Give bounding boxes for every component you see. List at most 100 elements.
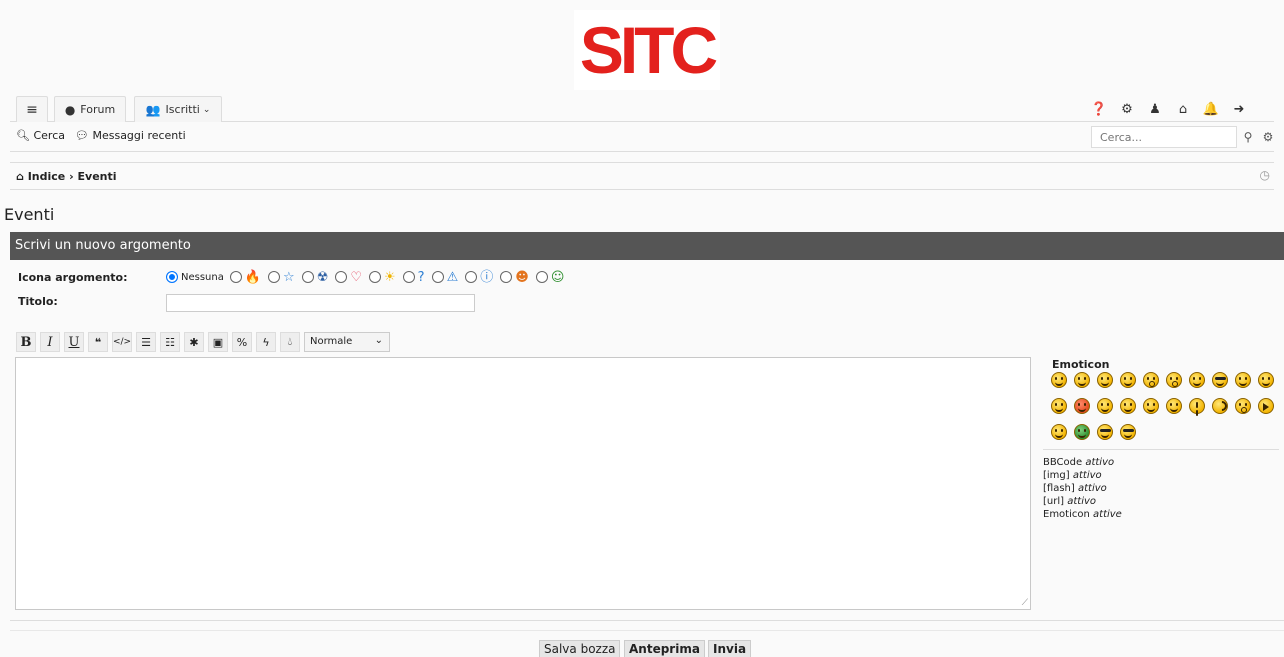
search-input[interactable] — [1091, 126, 1237, 148]
italic-button[interactable]: I — [40, 332, 60, 352]
emoticon-neutral-icon[interactable] — [1051, 424, 1067, 440]
url-state: attivo — [1067, 496, 1097, 507]
emoticon-wink-icon[interactable] — [1097, 372, 1113, 388]
emoticon-smile-icon[interactable] — [1074, 372, 1090, 388]
resize-grip-icon[interactable]: ⟋ — [1022, 598, 1028, 608]
no-icon-label: Nessuna — [181, 271, 224, 283]
emoticon-cool-icon[interactable] — [1212, 372, 1228, 388]
bold-button[interactable]: B — [16, 332, 36, 352]
logout-button[interactable]: ➜ — [1226, 96, 1252, 122]
svg-text:SITC: SITC — [580, 17, 717, 83]
emoticon-exclaim-icon[interactable] — [1189, 398, 1205, 414]
breadcrumb-home[interactable]: Indice — [28, 170, 66, 183]
font-size-select[interactable]: Normale ⌄ — [304, 332, 390, 352]
heart-icon: ♡ — [350, 269, 363, 285]
emoticon-sad-icon[interactable] — [1120, 372, 1136, 388]
radioactive-icon: ☢ — [316, 269, 329, 285]
topic-icon-radio-smile[interactable] — [500, 271, 513, 283]
emoticon-state: attive — [1093, 509, 1122, 520]
emoticon-question-icon[interactable] — [1212, 398, 1228, 414]
topic-icon-radio-sun[interactable] — [369, 271, 382, 283]
notifications-button[interactable]: 🔔 — [1198, 96, 1224, 122]
emoticon-confused-icon[interactable] — [1189, 372, 1205, 388]
link-button[interactable]: % — [232, 332, 252, 352]
inbox-button[interactable]: ⌂ — [1170, 96, 1196, 122]
code-icon: </> — [112, 337, 132, 347]
ordered-list-icon: ☷ — [165, 335, 175, 349]
message-textarea[interactable]: ⟋ — [15, 357, 1031, 610]
image-button[interactable]: ▣ — [208, 332, 228, 352]
search-link[interactable]: 🔍︎ Cerca — [16, 129, 65, 142]
emoticon-surprised-icon[interactable] — [1143, 372, 1159, 388]
help-button[interactable]: ❓ — [1086, 96, 1112, 122]
search-button[interactable]: ⚲ — [1238, 127, 1258, 147]
topic-icon-radio-heart[interactable] — [335, 271, 348, 283]
search-link-label: Cerca — [33, 129, 65, 142]
emoticon-evil-icon[interactable] — [1120, 398, 1136, 414]
topic-icon-radio-star[interactable] — [268, 271, 281, 283]
flash-button[interactable]: ϟ — [256, 332, 276, 352]
bbcode-state: attivo — [1085, 457, 1115, 468]
quote-button[interactable]: ❝ — [88, 332, 108, 352]
underline-button[interactable]: U — [64, 332, 84, 352]
emoticon-grin-icon[interactable] — [1051, 372, 1067, 388]
emoticon-laugh-icon[interactable] — [1235, 372, 1251, 388]
breadcrumb-current[interactable]: Eventi — [78, 170, 117, 183]
user-button[interactable]: ♟ — [1142, 96, 1168, 122]
emoticon-idea-icon[interactable] — [1235, 398, 1251, 414]
topic-icon-radio-grin[interactable] — [535, 271, 548, 283]
recent-posts-link[interactable]: 💬︎ Messaggi recenti — [75, 129, 186, 142]
topic-icon-radio-question[interactable] — [402, 271, 415, 283]
smile-icon: ☻ — [515, 269, 529, 285]
color-button[interactable]: 💧︎ — [280, 332, 300, 352]
save-draft-button[interactable]: Salva bozza — [539, 640, 621, 657]
asterisk-icon: ✱ — [189, 335, 199, 349]
chevron-down-icon: ⌄ — [202, 104, 211, 115]
settings-button[interactable]: ⚙ — [1114, 96, 1140, 122]
breadcrumb: ⌂ Indice › Eventi — [16, 170, 117, 183]
code-button[interactable]: </> — [112, 332, 132, 352]
user-icon: ♟ — [1149, 101, 1161, 117]
hamburger-icon: ≡ — [26, 101, 38, 118]
topic-icon-radio-none[interactable] — [166, 271, 178, 283]
emoticon-rolleyes-icon[interactable] — [1166, 398, 1182, 414]
form-divider-secondary — [10, 630, 1284, 631]
advanced-search-button[interactable]: ⚙ — [1258, 127, 1278, 147]
preview-button[interactable]: Anteprima — [624, 640, 705, 657]
site-logo[interactable]: SITC — [574, 10, 720, 90]
topic-icon-radio-fire[interactable] — [229, 271, 242, 283]
title-label: Titolo: — [18, 295, 58, 308]
info-icon: ⓘ — [480, 269, 494, 285]
members-tab[interactable]: 👥 Iscritti ⌄ — [134, 96, 222, 122]
emoticon-arrow-icon[interactable] — [1258, 398, 1274, 414]
topic-icon-options: Nessuna 🔥 ☆ ☢ ♡ ☀ ? ⚠ ⓘ ☻ ☺ — [166, 268, 571, 286]
ordered-list-button[interactable]: ☷ — [160, 332, 180, 352]
emoticon-ugeek-icon[interactable] — [1120, 424, 1136, 440]
breadcrumb-separator: › — [69, 170, 74, 183]
forum-tab[interactable]: ● Forum — [54, 96, 126, 122]
italic-icon: I — [47, 334, 53, 350]
sitc-logo-icon: SITC — [580, 17, 718, 83]
emoticon-razz-icon[interactable] — [1051, 398, 1067, 414]
inbox-icon: ⌂ — [1178, 101, 1188, 117]
emoticon-geek-icon[interactable] — [1097, 424, 1113, 440]
emoticon-twisted-icon[interactable] — [1143, 398, 1159, 414]
topic-icon-radio-info[interactable] — [465, 271, 478, 283]
menu-button[interactable]: ≡ — [16, 96, 48, 122]
list-item-button[interactable]: ✱ — [184, 332, 204, 352]
emoticon-shocked-icon[interactable] — [1166, 372, 1182, 388]
title-input[interactable] — [166, 294, 475, 312]
search-icon: 🔍︎ — [16, 129, 30, 142]
topic-icon-radio-radioactive[interactable] — [301, 271, 314, 283]
editor-toolbar: B I U ❝ </> ☰ ☷ ✱ ▣ % ϟ 💧︎ Normale ⌄ — [16, 332, 390, 352]
emoticon-mad-icon[interactable] — [1258, 372, 1274, 388]
emoticon-divider — [1043, 449, 1279, 450]
topic-icon-radio-warning[interactable] — [431, 271, 444, 283]
list-button[interactable]: ☰ — [136, 332, 156, 352]
emoticon-mrgreen-icon[interactable] — [1074, 424, 1090, 440]
list-icon: ☰ — [141, 335, 151, 349]
emoticon-cry-icon[interactable] — [1097, 398, 1113, 414]
image-icon: ▣ — [212, 335, 224, 349]
emoticon-embarrassed-icon[interactable] — [1074, 398, 1090, 414]
submit-button[interactable]: Invia — [708, 640, 752, 657]
